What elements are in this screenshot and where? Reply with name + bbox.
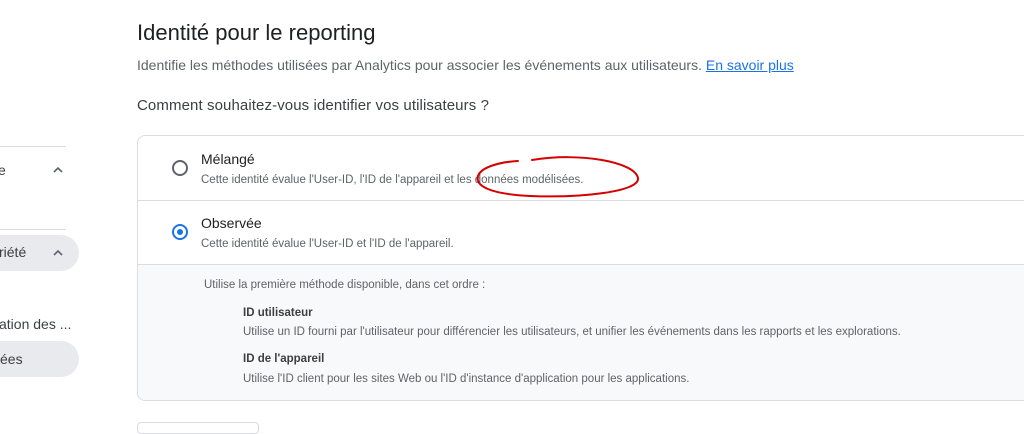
sidebar-divider	[0, 229, 66, 230]
observed-details-panel: Utilise la première méthode disponible, …	[138, 265, 1024, 400]
chevron-up-icon[interactable]	[51, 246, 65, 260]
page-subtitle: Identifie les méthodes utilisées par Ana…	[137, 57, 794, 73]
identity-options-card: Mélangé Cette identité évalue l'User-ID,…	[137, 135, 1024, 401]
subtitle-text: Identifie les méthodes utilisées par Ana…	[137, 57, 702, 73]
radio-blended[interactable]	[172, 160, 188, 176]
sidebar-item-label: ation des ...	[0, 316, 72, 332]
learn-more-link[interactable]: En savoir plus	[706, 57, 794, 73]
option-title: Mélangé	[201, 151, 255, 167]
identity-question: Comment souhaitez-vous identifier vos ut…	[137, 97, 490, 114]
method-title: ID de l'appareil	[243, 353, 325, 365]
sidebar-item-label: ées	[0, 351, 23, 367]
option-observed[interactable]: Observée Cette identité évalue l'User-ID…	[138, 201, 1024, 265]
radio-observed[interactable]	[172, 224, 188, 240]
method-title: ID utilisateur	[243, 307, 313, 319]
option-blended[interactable]: Mélangé Cette identité évalue l'User-ID,…	[138, 136, 1024, 200]
option-description: Cette identité évalue l'User-ID et l'ID …	[201, 238, 454, 250]
details-intro: Utilise la première méthode disponible, …	[204, 279, 486, 291]
sidebar-item-label: e	[0, 162, 6, 178]
sidebar: e riété ation des ... ées	[0, 0, 80, 425]
method-description: Utilise l'ID client pour les sites Web o…	[243, 373, 690, 385]
chevron-up-icon[interactable]	[51, 163, 65, 177]
sidebar-divider	[0, 146, 66, 147]
option-description: Cette identité évalue l'User-ID, l'ID de…	[201, 174, 584, 186]
action-button[interactable]	[137, 422, 259, 434]
option-title: Observée	[201, 215, 262, 231]
sidebar-item-section-1[interactable]: e	[0, 162, 6, 178]
sidebar-item-label: riété	[0, 244, 27, 260]
method-description: Utilise un ID fourni par l'utilisateur p…	[243, 326, 901, 338]
sidebar-item-data-collection[interactable]: ation des ...	[0, 316, 71, 332]
page-title: Identité pour le reporting	[137, 20, 376, 45]
sidebar-item-active-label-wrap: ées	[0, 351, 23, 367]
sidebar-item-property-label-wrap: riété	[0, 244, 26, 260]
